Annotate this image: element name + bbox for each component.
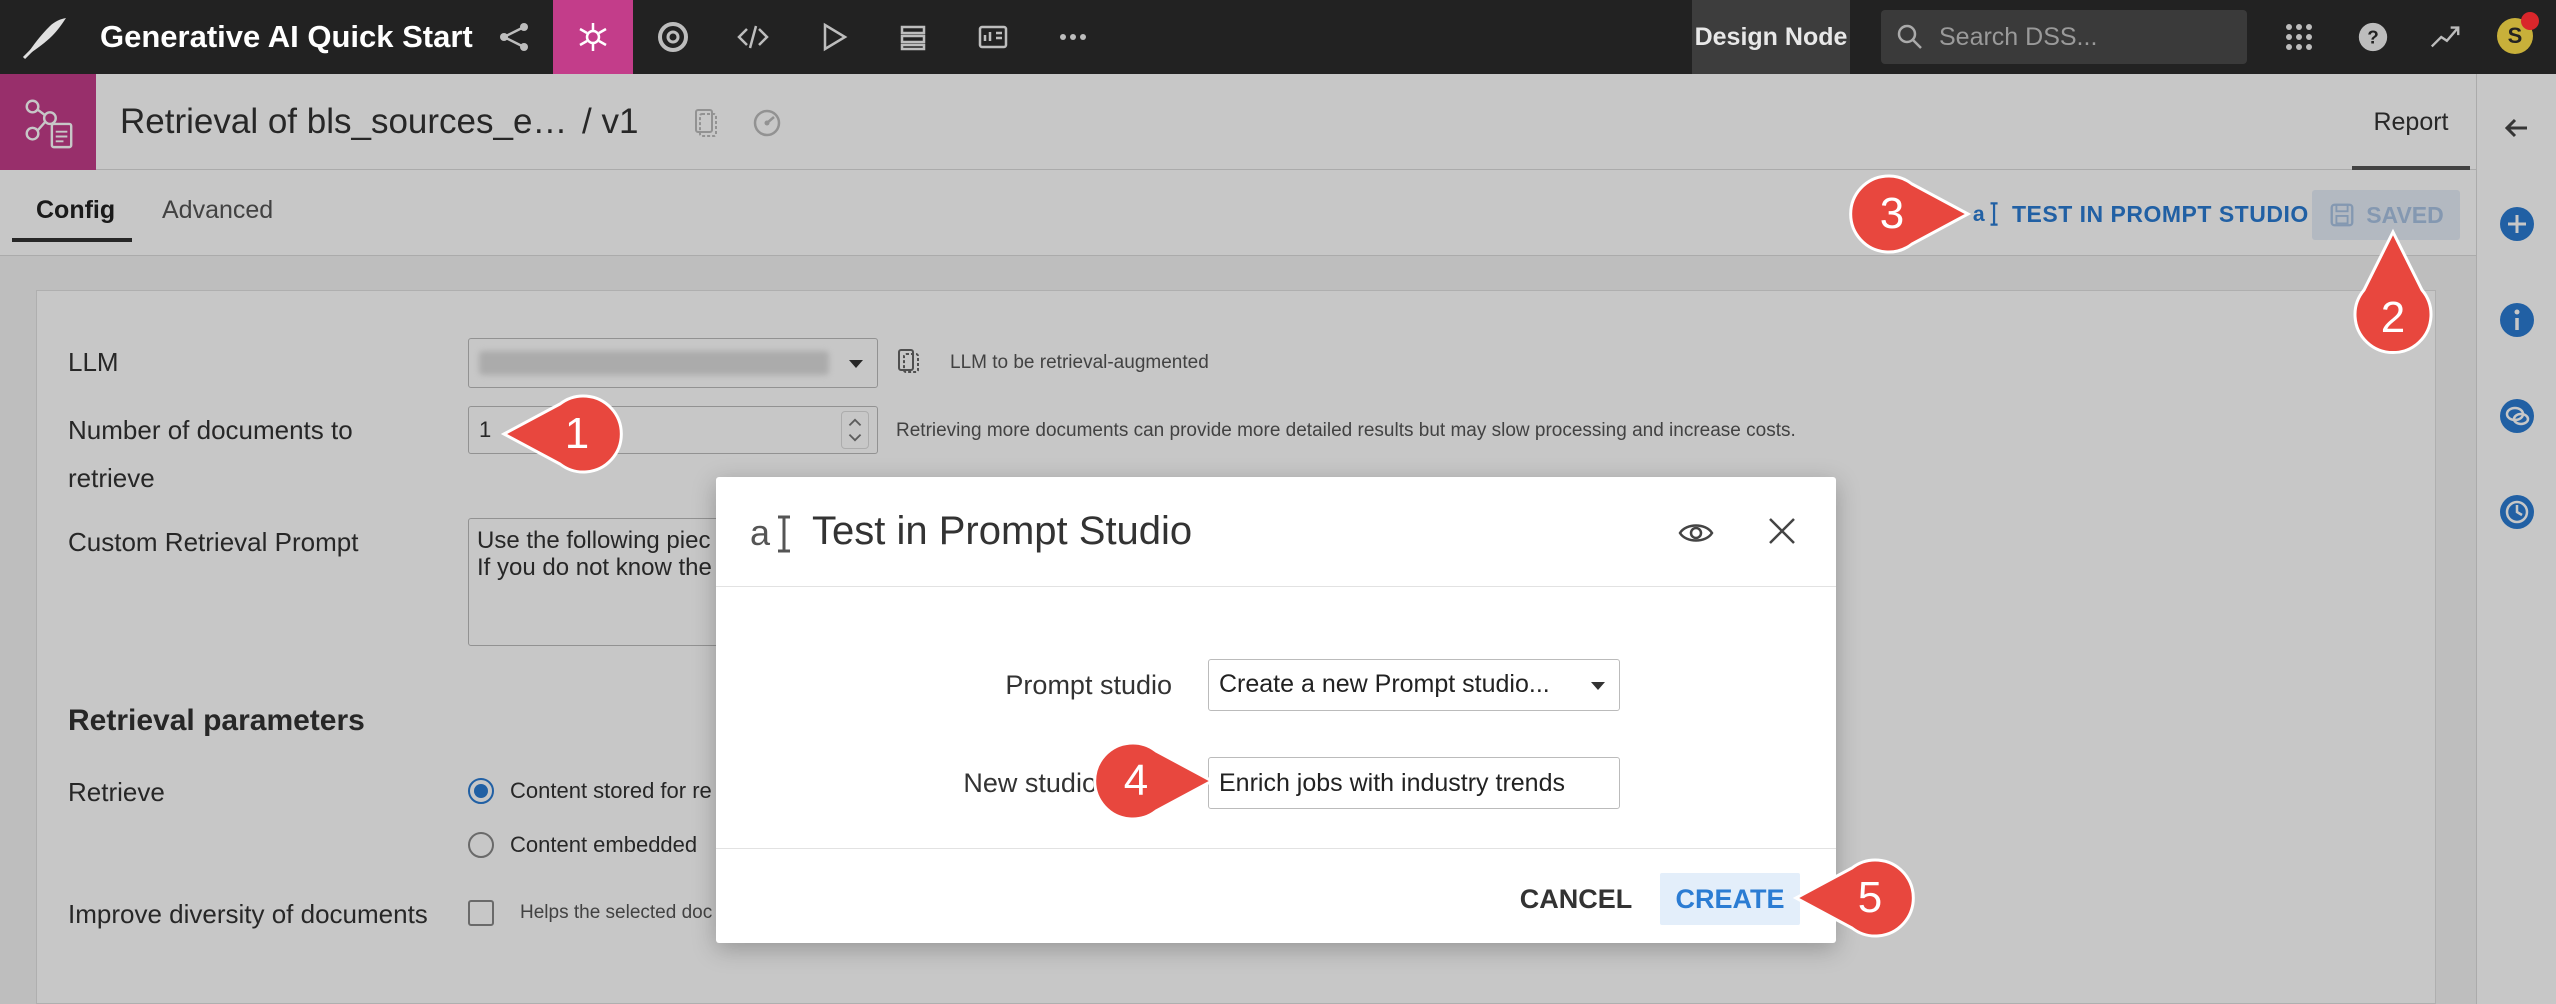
- dashboard-icon[interactable]: [953, 0, 1033, 74]
- help-icon[interactable]: ?: [2350, 14, 2396, 60]
- callout-4-number: 4: [1124, 756, 1148, 805]
- prompt-studio-icon: a: [750, 512, 790, 553]
- modal-header: a Test in Prompt Studio: [716, 477, 1836, 587]
- deploy-stack-icon[interactable]: [873, 0, 953, 74]
- callout-2: 2: [2348, 228, 2438, 362]
- search-input[interactable]: Search DSS...: [1881, 10, 2247, 64]
- cancel-button[interactable]: CANCEL: [1516, 873, 1636, 925]
- modal-title: Test in Prompt Studio: [812, 509, 1193, 553]
- callout-4: 4: [1086, 737, 1216, 827]
- svg-text:a: a: [750, 512, 771, 553]
- play-icon[interactable]: [793, 0, 873, 74]
- top-navbar: Generative AI Quick Start Design Node Se…: [0, 0, 2556, 74]
- genai-recipes-icon[interactable]: [553, 0, 633, 74]
- search-placeholder: Search DSS...: [1939, 23, 2098, 51]
- callout-3: 3: [1842, 170, 1972, 260]
- test-in-prompt-studio-modal: a Test in Prompt Studio Prompt studio Cr…: [716, 477, 1836, 943]
- notification-dot: [2521, 12, 2539, 30]
- close-icon[interactable]: [1764, 513, 1800, 549]
- lifebuoy-icon[interactable]: [633, 0, 713, 74]
- modal-footer: CANCEL CREATE: [716, 848, 1836, 943]
- eye-icon[interactable]: [1676, 513, 1716, 553]
- prompt-studio-select[interactable]: Create a new Prompt studio...: [1208, 659, 1620, 711]
- code-icon[interactable]: [713, 0, 793, 74]
- flow-icon[interactable]: [474, 0, 554, 74]
- project-title[interactable]: Generative AI Quick Start: [100, 18, 473, 56]
- svg-text:?: ?: [2367, 28, 2379, 49]
- prompt-studio-select-value: Create a new Prompt studio...: [1219, 670, 1550, 698]
- new-studio-name-input[interactable]: [1208, 757, 1620, 809]
- search-icon: [1897, 24, 1922, 49]
- callout-5: 5: [1792, 854, 1922, 944]
- more-icon[interactable]: [1033, 0, 1113, 74]
- apps-grid-icon[interactable]: [2276, 14, 2322, 60]
- chevron-down-icon: [1591, 682, 1605, 690]
- callout-5-number: 5: [1858, 873, 1882, 922]
- callout-3-number: 3: [1880, 189, 1904, 238]
- dataiku-bird-logo-icon[interactable]: [20, 14, 70, 60]
- design-node-label: Design Node: [1692, 0, 1850, 74]
- callout-1: 1: [500, 390, 630, 480]
- prompt-studio-label: Prompt studio: [1005, 670, 1172, 700]
- callout-2-number: 2: [2381, 293, 2405, 342]
- create-button[interactable]: CREATE: [1660, 873, 1800, 925]
- callout-1-number: 1: [565, 409, 589, 458]
- trend-icon[interactable]: [2422, 14, 2468, 60]
